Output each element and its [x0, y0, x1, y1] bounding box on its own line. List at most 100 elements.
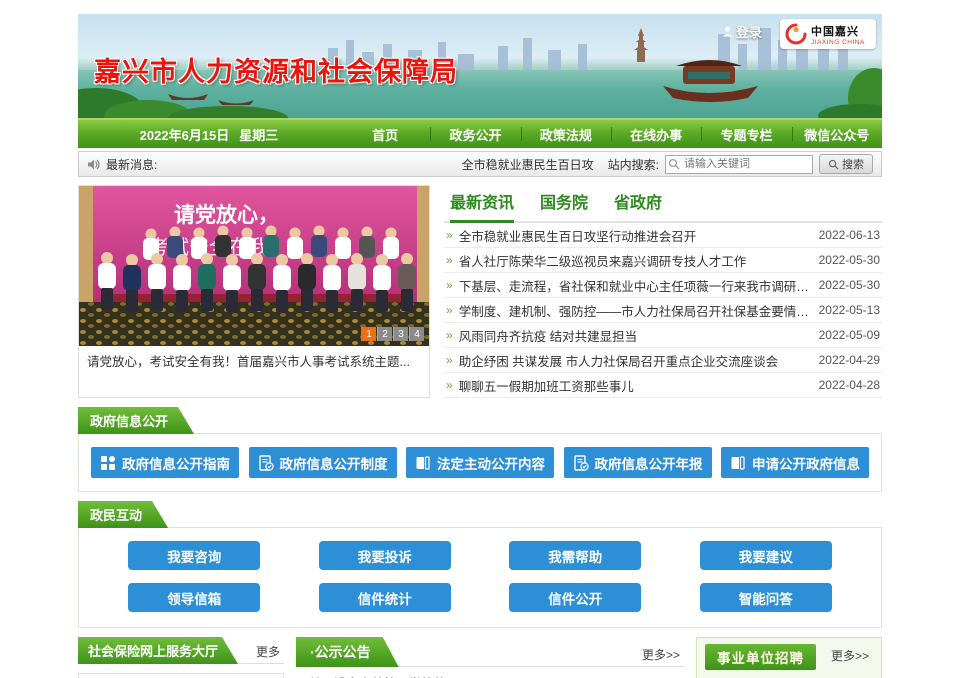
notice-item[interactable]: » 关于设立嘉善技工学校的公示 2022-05-18 [296, 669, 684, 678]
news-item-date: 2022-05-30 [819, 253, 880, 267]
carousel-photo[interactable]: 请党放心， 考试安全在我 [79, 186, 429, 346]
info-request-button[interactable]: 申请公开政府信息 [721, 447, 869, 478]
user-icon [722, 26, 733, 37]
interact-button[interactable]: 我要咨询 [128, 541, 260, 570]
date-text: 2022年6月15日 [140, 125, 230, 144]
interact-cell: 我要投诉 [290, 541, 481, 570]
double-arrow-icon: » [446, 378, 453, 392]
interact-button[interactable]: 信件公开 [509, 583, 641, 612]
interact-button[interactable]: 我要建议 [700, 541, 832, 570]
info-button-label: 政府信息公开指南 [122, 453, 230, 473]
interact-title-tab: 政民互动 [78, 501, 168, 528]
news-item[interactable]: » 风雨同舟齐抗疫 结对共建显担当 2022-05-09 [444, 323, 882, 348]
news-panel: 最新资讯国务院省政府 » 全市稳就业惠民生百日攻坚行动推进会召开 2022-06… [444, 185, 882, 398]
nav-menu: 首页政务公开政策法规在线办事专题专栏微信公众号 [340, 120, 882, 148]
carousel-caption[interactable]: 请党放心，考试安全有我！首届嘉兴市人事考试系统主题... [79, 346, 429, 375]
news-item[interactable]: » 聊聊五一假期加班工资那些事儿 2022-04-28 [444, 373, 882, 398]
double-arrow-icon: » [446, 353, 453, 367]
info-button-label: 政府信息公开年报 [595, 453, 703, 473]
nav-menu-item[interactable]: 微信公众号 [792, 120, 882, 148]
interact-header: 政民互动 [78, 501, 882, 528]
news-item-date: 2022-05-09 [819, 328, 880, 342]
social-insurance-panel: 社会保险网上服务大厅 更多 个人(单位)社保证明打印办事指南 [78, 637, 284, 678]
news-tab[interactable]: 省政府 [614, 189, 662, 223]
social-panel-header: 社会保险网上服务大厅 更多 [78, 637, 284, 664]
login-button[interactable]: 登录 [722, 22, 762, 41]
book-icon [730, 455, 746, 471]
bottom-row: 社会保险网上服务大厅 更多 个人(单位)社保证明打印办事指南 ·公示公告 更多>… [78, 637, 882, 678]
grid-icon [100, 455, 116, 471]
main-nav: 2022年6月15日 星期三 首页政务公开政策法规在线办事专题专栏微信公众号 [78, 118, 882, 148]
recruitment-more-link[interactable]: 更多>> [827, 647, 873, 667]
pager-dot[interactable]: 3 [393, 327, 408, 341]
social-more-link[interactable]: 更多 [252, 643, 284, 663]
social-service-item[interactable]: 个人(单位)社保证明打印 [78, 673, 284, 678]
double-arrow-icon: » [446, 228, 453, 242]
notice-panel: ·公示公告 更多>> » 关于设立嘉善技工学校的公示 2022-05-18 » … [296, 637, 684, 678]
interact-cell: 我要建议 [671, 541, 862, 570]
news-tab[interactable]: 国务院 [540, 189, 588, 223]
news-item-date: 2022-06-13 [819, 228, 880, 242]
document-check-icon [573, 455, 589, 471]
interact-cell: 信件公开 [480, 583, 671, 612]
gov-info-title-tab: 政府信息公开 [78, 407, 194, 434]
nav-menu-item[interactable]: 首页 [340, 120, 430, 148]
nav-menu-item[interactable]: 专题专栏 [701, 120, 791, 148]
news-item[interactable]: » 下基层、走流程，省社保和就业中心主任项薇一行来我市调研“国统”上线情况 20… [444, 273, 882, 298]
news-tab[interactable]: 最新资讯 [450, 189, 514, 223]
info-button-label: 政府信息公开制度 [280, 453, 388, 473]
document-check-icon [258, 455, 274, 471]
double-arrow-icon: » [446, 253, 453, 267]
search-button[interactable]: 搜索 [819, 154, 873, 174]
jiaxing-logo-icon [785, 23, 807, 45]
social-panel-title-tab: 社会保险网上服务大厅 [78, 637, 238, 664]
info-annual-report-button[interactable]: 政府信息公开年报 [564, 447, 712, 478]
recruitment-header: 事业单位招聘 更多>> [705, 644, 873, 670]
interact-button[interactable]: 领导信箱 [128, 583, 260, 612]
notice-panel-title-tab: ·公示公告 [296, 637, 399, 667]
interact-button[interactable]: 智能问答 [700, 583, 832, 612]
news-item-title[interactable]: 全市稳就业惠民生百日攻坚行动推进会召开 [459, 226, 813, 245]
news-item[interactable]: » 省人社厅陈荣华二级巡视员来嘉兴调研专技人才工作 2022-05-30 [444, 248, 882, 273]
jiaxing-logo[interactable]: 中国嘉兴 JIAXING CHINA [780, 19, 876, 49]
news-item-title[interactable]: 省人社厅陈荣华二级巡视员来嘉兴调研专技人才工作 [459, 251, 813, 270]
book-icon [415, 455, 431, 471]
interact-button[interactable]: 我要投诉 [319, 541, 451, 570]
nav-menu-item[interactable]: 在线办事 [611, 120, 701, 148]
news-item-date: 2022-05-30 [819, 278, 880, 292]
info-content-button[interactable]: 法定主动公开内容 [406, 447, 554, 478]
pager-dot[interactable]: 2 [377, 327, 392, 341]
logo-en: JIAXING CHINA [811, 39, 865, 46]
pager-dot[interactable]: 4 [409, 327, 424, 341]
news-item-title[interactable]: 下基层、走流程，省社保和就业中心主任项薇一行来我市调研“国统”上线情况 [459, 276, 813, 295]
notice-more-link[interactable]: 更多>> [638, 646, 684, 666]
site-title: 嘉兴市人力资源和社会保障局 [94, 50, 458, 89]
nav-menu-item[interactable]: 政策法规 [521, 120, 611, 148]
news-item[interactable]: » 学制度、建机制、强防控——市人力社保局召开社保基金要情专题学习会 2022-… [444, 298, 882, 323]
nav-menu-item[interactable]: 政务公开 [430, 120, 520, 148]
news-item-title[interactable]: 助企纾困 共谋发展 市人力社保局召开重点企业交流座谈会 [459, 351, 813, 370]
double-arrow-icon: » [446, 328, 453, 342]
info-system-button[interactable]: 政府信息公开制度 [249, 447, 397, 478]
notice-panel-header: ·公示公告 更多>> [296, 637, 684, 667]
interact-button[interactable]: 我需帮助 [509, 541, 641, 570]
info-guide-button[interactable]: 政府信息公开指南 [91, 447, 239, 478]
news-item-title[interactable]: 聊聊五一假期加班工资那些事儿 [459, 376, 813, 395]
news-item-title[interactable]: 风雨同舟齐抗疫 结对共建显担当 [459, 326, 813, 345]
news-item[interactable]: » 助企纾困 共谋发展 市人力社保局召开重点企业交流座谈会 2022-04-29 [444, 348, 882, 373]
search-button-icon [828, 159, 839, 170]
ticker-message[interactable]: 全市稳就业惠民生百日攻 [462, 156, 594, 173]
search-button-label: 搜索 [842, 156, 864, 172]
pagoda-icon [634, 28, 648, 62]
pager-dot[interactable]: 1 [361, 327, 376, 341]
gov-info-header: 政府信息公开 [78, 407, 882, 434]
site-search: 站内搜索: 搜索 [608, 154, 873, 174]
news-item[interactable]: » 全市稳就业惠民生百日攻坚行动推进会召开 2022-06-13 [444, 223, 882, 248]
photo-carousel: 请党放心， 考试安全在我 [78, 185, 430, 398]
interact-cell: 我需帮助 [480, 541, 671, 570]
news-item-title[interactable]: 学制度、建机制、强防控——市人力社保局召开社保基金要情专题学习会 [459, 301, 813, 320]
notice-item-title[interactable]: 关于设立嘉善技工学校的公示 [309, 673, 617, 678]
interact-button[interactable]: 信件统计 [319, 583, 451, 612]
search-input[interactable] [665, 155, 813, 174]
news-ticker-bar: 最新消息: 全市稳就业惠民生百日攻 站内搜索: 搜索 [78, 151, 882, 177]
